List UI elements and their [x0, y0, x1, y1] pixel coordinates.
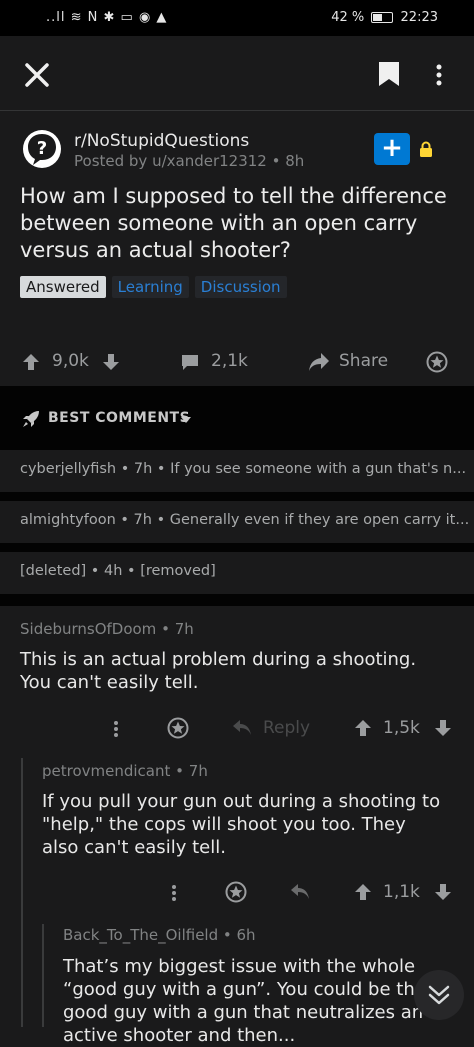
reply-icon[interactable]: [290, 883, 310, 901]
more-vertical-icon[interactable]: [171, 884, 177, 902]
award-icon[interactable]: [225, 881, 247, 903]
collapsed-comment[interactable]: cyberjellyfish • 7h • If you see someone…: [0, 450, 474, 492]
battery-icon: [371, 12, 394, 23]
comment-preview: Generally even if they are open carry it…: [169, 512, 470, 528]
tag-discussion[interactable]: Discussion: [194, 276, 287, 298]
comment-author: [deleted]: [20, 563, 87, 579]
comment-icon[interactable]: [181, 353, 199, 371]
upvote-icon[interactable]: [22, 353, 40, 371]
post-age: 8h: [285, 152, 305, 170]
upvote-icon[interactable]: [354, 719, 372, 737]
post-tags: Answered Learning Discussion: [20, 276, 293, 298]
join-button[interactable]: +: [374, 133, 410, 165]
battery-percent: 42 %: [331, 10, 365, 25]
comment-age: 6h: [236, 926, 256, 944]
comment-body: That’s my biggest issue with the whole “…: [63, 956, 426, 1046]
more-vertical-icon[interactable]: [436, 64, 442, 86]
sort-label[interactable]: BEST COMMENTS: [48, 410, 190, 426]
comment-score: 1,5k: [383, 718, 420, 738]
post-byline[interactable]: Posted by u/xander12312 • 8h: [74, 152, 304, 170]
status-right: 42 % 22:23: [331, 10, 438, 25]
comment-count[interactable]: 2,1k: [211, 351, 248, 371]
tag-answered[interactable]: Answered: [20, 276, 106, 298]
comment-author[interactable]: cyberjellyfish: [20, 461, 116, 477]
comment-actions: Reply 1,5k: [0, 708, 474, 748]
bookmark-icon[interactable]: [377, 60, 401, 88]
downvote-icon[interactable]: [434, 883, 452, 901]
status-icons: ..ll ≋ N ✱ ▭ ◉ ▲: [46, 10, 168, 25]
separator: [0, 543, 474, 552]
status-bar: ..ll ≋ N ✱ ▭ ◉ ▲ 42 % 22:23: [0, 0, 474, 36]
comment-meta: petrovmendicant • 7h: [42, 762, 208, 780]
collapsed-comment[interactable]: almightyfoon • 7h • Generally even if th…: [0, 501, 474, 543]
comment-author[interactable]: petrovmendicant: [42, 762, 170, 780]
rocket-icon: [23, 411, 39, 427]
reply-button[interactable]: Reply: [263, 718, 310, 738]
post: ? r/NoStupidQuestions Posted by u/xander…: [0, 111, 474, 386]
clock: 22:23: [400, 10, 438, 25]
comment-thread: SideburnsOfDoom • 7h This is an actual p…: [0, 606, 474, 1046]
next-comment-button[interactable]: [414, 970, 464, 1020]
subreddit-name[interactable]: r/NoStupidQuestions: [74, 131, 249, 151]
sort-bar[interactable]: BEST COMMENTS: [0, 400, 474, 450]
thread-line[interactable]: [42, 924, 44, 1027]
comment-preview: If you see someone with a gun that's n..…: [170, 461, 467, 477]
post-actions: 9,0k 2,1k Share: [0, 343, 474, 383]
comment-preview: [removed]: [140, 563, 216, 579]
chevron-down-icon[interactable]: [180, 416, 192, 424]
comment-meta: SideburnsOfDoom • 7h: [20, 620, 194, 638]
comment-age: 7h: [133, 512, 152, 528]
comment-age: 7h: [188, 762, 208, 780]
award-icon[interactable]: [167, 717, 189, 739]
more-vertical-icon[interactable]: [113, 720, 119, 738]
tag-learning[interactable]: Learning: [111, 276, 189, 298]
collapsed-comment[interactable]: [deleted] • 4h • [removed]: [0, 552, 474, 594]
share-button[interactable]: Share: [339, 351, 388, 371]
svg-text:?: ?: [37, 138, 47, 159]
comment-meta: Back_To_The_Oilfield • 6h: [63, 926, 256, 944]
comment-body: This is an actual problem during a shoot…: [20, 649, 417, 693]
close-icon[interactable]: [24, 62, 50, 88]
comment-author[interactable]: SideburnsOfDoom: [20, 620, 156, 638]
share-icon[interactable]: [308, 352, 330, 372]
comment-author[interactable]: Back_To_The_Oilfield: [63, 926, 218, 944]
award-icon[interactable]: [426, 351, 448, 373]
comment-age: 4h: [103, 563, 123, 579]
reply-icon[interactable]: [232, 719, 252, 737]
comment-actions: 1,1k: [0, 872, 474, 912]
collapsed-comment-text: almightyfoon • 7h • Generally even if th…: [20, 512, 470, 528]
double-chevron-down-icon: [428, 985, 450, 1005]
comment-age: 7h: [174, 620, 194, 638]
comment-author[interactable]: almightyfoon: [20, 512, 116, 528]
lock-icon: [420, 141, 432, 157]
comment-age: 7h: [133, 461, 153, 477]
question-avatar-icon[interactable]: ?: [22, 129, 62, 169]
separator: [0, 492, 474, 501]
downvote-icon[interactable]: [434, 719, 452, 737]
top-bar: [0, 36, 474, 111]
collapsed-comment-text: [deleted] • 4h • [removed]: [20, 563, 216, 579]
section-gap: [0, 386, 474, 400]
comment-body: If you pull your gun out during a shooti…: [42, 791, 441, 858]
separator: [0, 594, 474, 606]
post-score: 9,0k: [52, 351, 89, 371]
post-title: How am I supposed to tell the difference…: [20, 184, 447, 262]
upvote-icon[interactable]: [354, 883, 372, 901]
downvote-icon[interactable]: [102, 353, 120, 371]
posted-by[interactable]: Posted by u/xander12312: [74, 152, 267, 170]
collapsed-comment-text: cyberjellyfish • 7h • If you see someone…: [20, 461, 467, 477]
comment-score: 1,1k: [383, 882, 420, 902]
